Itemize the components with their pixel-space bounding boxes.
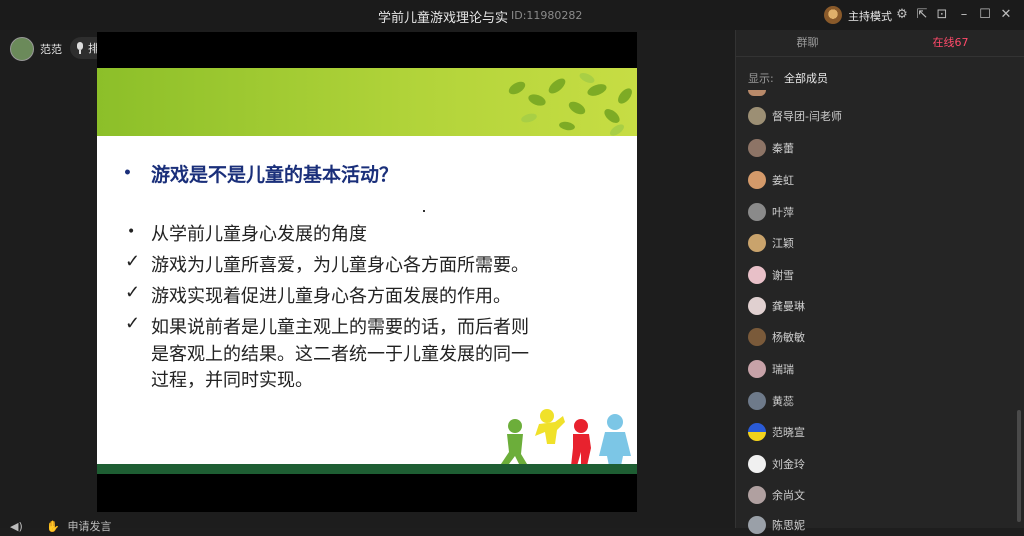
slide-heading: • 游戏是不是儿童的基本活动？ xyxy=(123,164,399,186)
member-avatar xyxy=(748,266,766,284)
member-avatar xyxy=(748,234,766,252)
check-icon: ✓ xyxy=(125,313,141,334)
member-item[interactable]: 余尚文 xyxy=(748,484,805,506)
check-icon: ✓ xyxy=(125,251,141,272)
member-avatar xyxy=(748,423,766,441)
hand-icon: ✋ xyxy=(46,520,60,533)
member-avatar xyxy=(748,328,766,346)
member-avatar xyxy=(748,297,766,315)
window-title: 学前儿童游戏理论与实 xyxy=(378,11,509,26)
slide-footer-band xyxy=(97,464,637,474)
bullet-icon: • xyxy=(123,165,132,181)
presenter-avatar xyxy=(10,37,34,61)
member-avatar xyxy=(748,203,766,221)
microphone-icon xyxy=(76,42,84,54)
bullet-icon: • xyxy=(127,224,136,240)
check-icon: ✓ xyxy=(125,282,141,303)
leaves-decoration xyxy=(508,73,632,136)
member-item[interactable]: 秦蕾 xyxy=(748,137,794,159)
apply-speak-button[interactable]: ◀) ✋ 申请发言 xyxy=(10,518,111,534)
member-panel: 群聊 在线67 显示: 全部成员 督导团-闫老师 秦蕾 姜虹 叶萍 江颖 谢雪 … xyxy=(735,30,1024,534)
member-avatar xyxy=(748,455,766,473)
apply-speak-label: 申请发言 xyxy=(67,520,112,533)
pin-icon[interactable]: ⊡ xyxy=(933,5,951,23)
member-list-scrollbar[interactable] xyxy=(1017,410,1021,522)
member-item[interactable]: 督导团-闫老师 xyxy=(748,105,842,127)
member-avatar xyxy=(748,107,766,125)
share-icon[interactable]: ⇱ xyxy=(913,5,931,23)
slide-line-2: ✓ 游戏为儿童所喜爱，为儿童身心各方面所需要。 xyxy=(125,251,529,276)
member-avatar xyxy=(748,392,766,410)
filter-dropdown[interactable]: 全部成员 xyxy=(784,70,828,86)
member-avatar xyxy=(748,171,766,189)
maximize-icon[interactable]: ☐ xyxy=(976,5,994,23)
member-item[interactable]: 瑞瑞 xyxy=(748,358,794,380)
member-item[interactable]: 姜虹 xyxy=(748,169,794,191)
slide-line-4: ✓ 如果说前者是儿童主观上的需要的话，而后者则 xyxy=(125,313,529,338)
member-item[interactable]: 范晓宣 xyxy=(748,421,805,443)
host-mode-button[interactable]: 主持模式 xyxy=(848,8,892,24)
presenter-name: 范范 xyxy=(40,43,62,56)
member-item[interactable]: 陈思妮 xyxy=(748,514,805,536)
member-item[interactable]: 叶萍 xyxy=(748,201,794,223)
close-icon[interactable]: ✕ xyxy=(997,5,1015,23)
member-item[interactable]: 谢雪 xyxy=(748,264,794,286)
slide: • 游戏是不是儿童的基本活动？ • 从学前儿童身心发展的角度 ✓ 游戏为儿童所喜… xyxy=(97,68,637,474)
slide-dot xyxy=(423,210,425,212)
minimize-icon[interactable]: – xyxy=(955,5,973,23)
filter-label: 显示: xyxy=(748,72,774,85)
slide-line-3: ✓ 游戏实现着促进儿童身心各方面发展的作用。 xyxy=(125,282,511,307)
member-item[interactable]: 刘金玲 xyxy=(748,453,805,475)
member-item[interactable]: 杨敏敏 xyxy=(748,326,805,348)
slide-header-band xyxy=(97,68,637,136)
slide-line-1: • 从学前儿童身心发展的角度 xyxy=(127,224,367,245)
presenter-chip[interactable]: 范范 xyxy=(10,37,62,61)
member-avatar xyxy=(748,90,766,96)
tab-divider xyxy=(736,56,1024,57)
settings-icon[interactable]: ⚙ xyxy=(893,5,911,23)
tab-online[interactable]: 在线67 xyxy=(879,30,1022,57)
member-item[interactable]: 黄蕊 xyxy=(748,390,794,412)
slide-line-5: 是客观上的结果。这二者统一于儿童发展的同一 xyxy=(151,344,529,365)
member-item[interactable]: 江颖 xyxy=(748,232,794,254)
tab-group-chat[interactable]: 群聊 xyxy=(736,30,879,56)
member-avatar xyxy=(748,139,766,157)
slide-line-6: 过程，并同时实现。 xyxy=(151,370,313,391)
host-avatar[interactable] xyxy=(824,6,842,24)
speaker-icon[interactable]: ◀) xyxy=(10,520,23,533)
member-avatar xyxy=(748,516,766,534)
children-silhouettes xyxy=(501,409,631,466)
member-avatar xyxy=(748,486,766,504)
member-avatar xyxy=(748,360,766,378)
room-id: ID:11980282 xyxy=(511,9,583,22)
title-bar: 学前儿童游戏理论与实 ID:11980282 主持模式 ⚙ ⇱ ⊡ – ☐ ✕ xyxy=(0,0,1024,30)
member-item[interactable]: 龚曼琳 xyxy=(748,295,805,317)
